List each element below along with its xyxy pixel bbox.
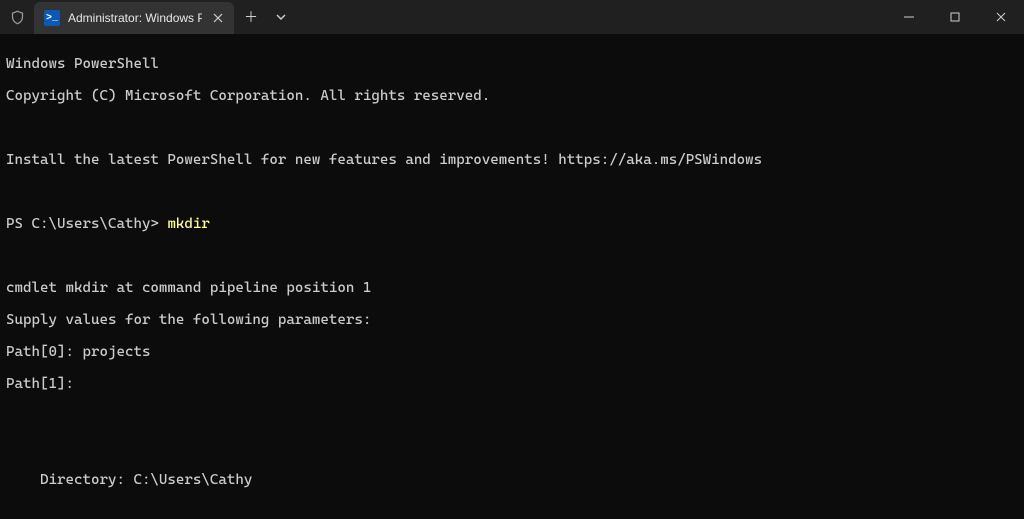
text-line: Path[0]: projects [6, 344, 150, 360]
admin-shield-icon [0, 0, 34, 34]
text-line: Directory: C:\Users\Cathy [6, 472, 252, 488]
terminal-output[interactable]: Windows PowerShell Copyright (C) Microso… [0, 34, 1024, 519]
tab-powershell[interactable]: >_ Administrator: Windows Powe [34, 2, 234, 34]
text-line: cmdlet mkdir at command pipeline positio… [6, 280, 371, 296]
tab-close-button[interactable] [210, 10, 226, 26]
new-tab-button[interactable]: ＋ [234, 0, 268, 34]
text-line: Windows PowerShell [6, 56, 159, 72]
powershell-icon: >_ [44, 10, 60, 26]
text-line: Install the latest PowerShell for new fe… [6, 152, 762, 168]
text-line: Supply values for the following paramete… [6, 312, 371, 328]
close-button[interactable] [978, 0, 1024, 34]
text-line: Copyright (C) Microsoft Corporation. All… [6, 88, 490, 104]
title-bar: >_ Administrator: Windows Powe ＋ [0, 0, 1024, 34]
maximize-button[interactable] [932, 0, 978, 34]
prompt: PS C:\Users\Cathy> [6, 216, 167, 232]
minimize-button[interactable] [886, 0, 932, 34]
tab-dropdown-button[interactable] [268, 0, 294, 34]
tab-title: Administrator: Windows Powe [68, 11, 202, 25]
command: mkdir [167, 216, 209, 232]
titlebar-drag-region[interactable] [294, 0, 886, 34]
text-line: Path[1]: [6, 376, 74, 392]
